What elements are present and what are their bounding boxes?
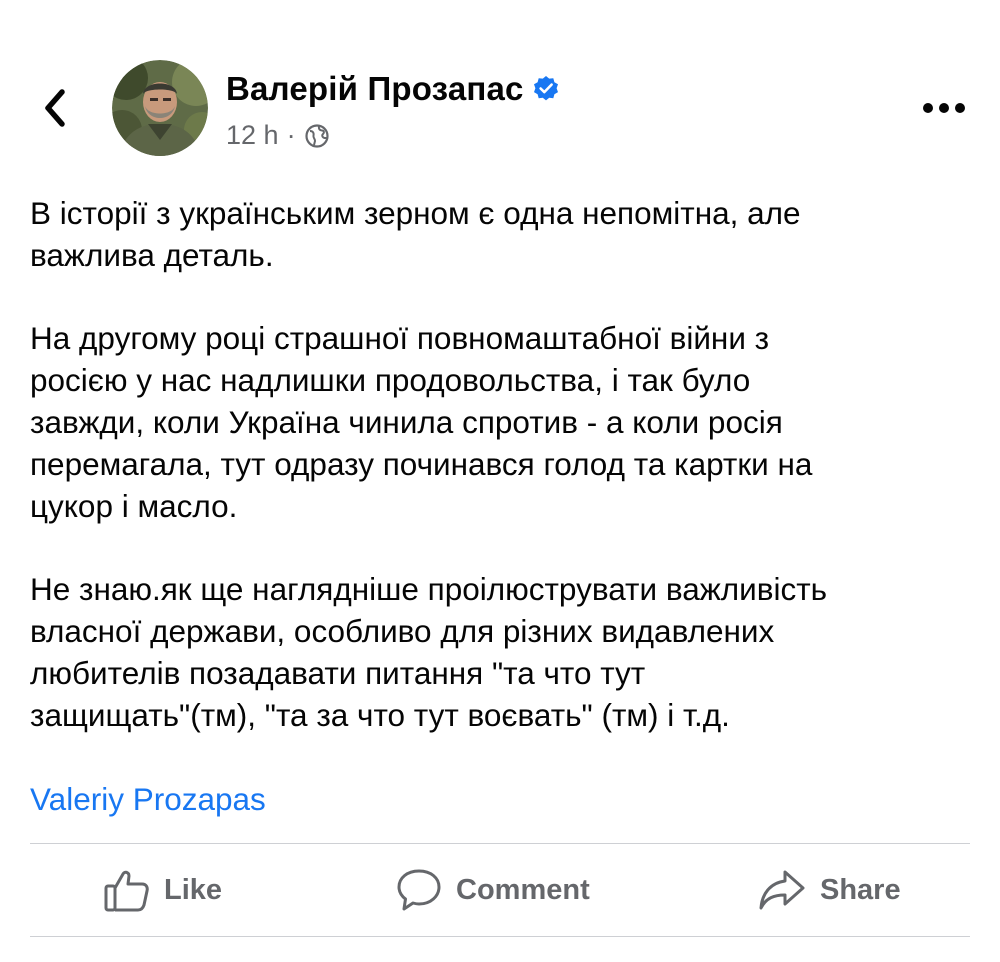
like-button[interactable]: Like	[104, 844, 222, 936]
comment-bubble-icon	[397, 869, 441, 911]
share-button[interactable]: Share	[758, 844, 901, 936]
avatar-photo	[112, 60, 208, 156]
divider	[30, 936, 970, 937]
action-bar: Like Comment Share	[30, 844, 970, 936]
back-button[interactable]	[30, 80, 80, 136]
author-name-row[interactable]: Валерій Прозапас	[226, 70, 560, 108]
page-link[interactable]: Valeriy Prozapas	[30, 778, 266, 820]
verified-badge-icon	[532, 75, 560, 103]
post-header: Валерій Прозапас 12 h ·	[0, 0, 1000, 170]
author-name[interactable]: Валерій Прозапас	[226, 70, 524, 108]
comment-label: Comment	[456, 873, 590, 906]
post-meta: 12 h ·	[226, 120, 330, 151]
post-paragraph: В історії з українським зерном є одна не…	[30, 195, 801, 273]
share-arrow-icon	[759, 870, 805, 910]
post-text: В історії з українським зерном є одна не…	[30, 192, 970, 777]
chevron-left-icon	[45, 89, 65, 127]
avatar[interactable]	[112, 60, 208, 156]
more-options-button[interactable]	[918, 88, 970, 128]
like-label: Like	[164, 873, 223, 906]
meta-separator: ·	[286, 120, 296, 150]
share-label: Share	[820, 873, 901, 906]
globe-icon[interactable]	[304, 123, 330, 149]
post-paragraph: На другому році страшної повномаштабної …	[30, 320, 813, 524]
comment-button[interactable]: Comment	[396, 844, 590, 936]
post-time[interactable]: 12 h	[226, 120, 279, 151]
more-horizontal-icon	[923, 103, 965, 113]
post-paragraph: Не знаю.як ще наглядніше проілюструвати …	[30, 571, 828, 733]
thumbs-up-icon	[104, 870, 149, 912]
